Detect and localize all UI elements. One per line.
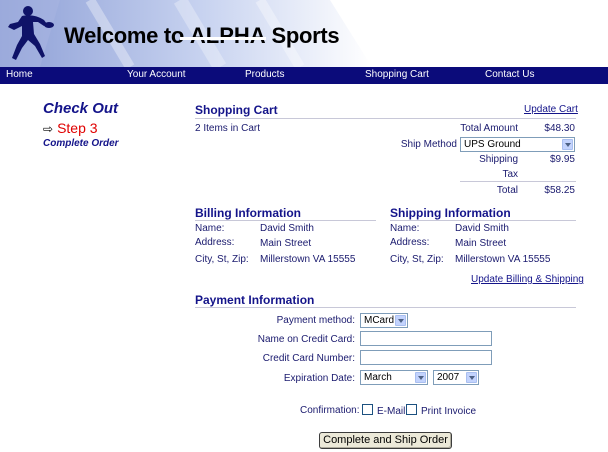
shipping-address-label: Address: xyxy=(390,237,430,248)
total-value: $58.25 xyxy=(544,185,575,196)
cart-item-count: 2 Items in Cart xyxy=(195,123,261,134)
billing-divider xyxy=(195,220,376,221)
total-amount-label: Total Amount xyxy=(460,123,518,134)
billing-csz-label: City, St, Zip: xyxy=(195,254,249,265)
shipping-divider xyxy=(390,220,576,221)
chevron-down-icon xyxy=(466,372,477,383)
shipping-name-value: David Smith xyxy=(455,223,509,234)
expiration-month-selected: March xyxy=(364,372,392,383)
card-number-input[interactable] xyxy=(360,350,492,365)
site-title: Welcome to ALPHA Sports xyxy=(64,23,340,49)
card-name-input[interactable] xyxy=(360,331,492,346)
nav-shopping-cart[interactable]: Shopping Cart xyxy=(365,69,429,80)
nav-bar: Home Your Account Products Shopping Cart… xyxy=(0,67,608,84)
shipping-value: $9.95 xyxy=(549,154,575,165)
billing-address-value: Main Street xyxy=(260,238,312,249)
billing-csz-value: Millerstown VA 15555 xyxy=(260,254,356,265)
update-billing-shipping-link[interactable]: Update Billing & Shipping xyxy=(471,274,584,285)
payment-divider xyxy=(195,307,576,308)
nav-your-account[interactable]: Your Account xyxy=(127,69,186,80)
total-label: Total xyxy=(496,185,518,196)
ship-method-selected: UPS Ground xyxy=(464,139,521,150)
payment-method-selected: MCard xyxy=(364,315,395,326)
shipping-csz-label: City, St, Zip: xyxy=(390,254,444,265)
nav-home[interactable]: Home xyxy=(6,69,33,80)
shipping-address-value: Main Street xyxy=(455,238,507,249)
email-checkbox-label[interactable]: E-Mail xyxy=(377,406,405,417)
complete-ship-order-button[interactable]: Complete and Ship Order xyxy=(319,432,452,449)
step-label: Step 3 xyxy=(57,120,98,136)
discus-thrower-logo-icon xyxy=(8,6,54,61)
shipping-name-label: Name: xyxy=(390,223,420,234)
ship-method-select[interactable]: UPS Ground xyxy=(460,137,575,152)
cart-divider xyxy=(195,118,576,119)
shipping-heading: Shipping Information xyxy=(390,206,511,220)
checkout-title: Check Out xyxy=(43,100,119,117)
ship-method-label: Ship Method xyxy=(400,139,457,150)
nav-contact-us[interactable]: Contact Us xyxy=(485,69,534,80)
total-divider xyxy=(460,181,576,182)
expiration-year-select[interactable]: 2007 xyxy=(433,370,479,385)
tax-label: Tax xyxy=(502,169,518,180)
card-number-label: Credit Card Number: xyxy=(262,353,355,364)
payment-heading: Payment Information xyxy=(195,293,315,307)
chevron-down-icon xyxy=(415,372,426,383)
print-invoice-checkbox[interactable] xyxy=(406,404,417,415)
shipping-label: Shipping xyxy=(479,154,518,165)
expiration-year-selected: 2007 xyxy=(437,372,460,383)
payment-method-select[interactable]: MCard xyxy=(360,313,408,328)
payment-method-label: Payment method: xyxy=(276,315,355,326)
update-cart-link[interactable]: Update Cart xyxy=(524,104,578,115)
billing-heading: Billing Information xyxy=(195,206,301,220)
title-brand: ALPHA xyxy=(189,23,266,48)
title-prefix: Welcome to xyxy=(64,23,190,48)
card-name-label: Name on Credit Card: xyxy=(257,334,355,345)
site-header: Welcome to ALPHA Sports xyxy=(0,0,608,67)
confirmation-label: Confirmation: xyxy=(300,405,360,416)
billing-address-label: Address: xyxy=(195,237,235,248)
billing-name-label: Name: xyxy=(195,223,225,234)
shipping-csz-value: Millerstown VA 15555 xyxy=(455,254,551,265)
nav-products[interactable]: Products xyxy=(245,69,284,80)
chevron-down-icon xyxy=(562,139,573,150)
cart-heading: Shopping Cart xyxy=(195,103,278,117)
print-invoice-label[interactable]: Print Invoice xyxy=(421,406,476,417)
expiration-month-select[interactable]: March xyxy=(360,370,428,385)
chevron-down-icon xyxy=(395,315,406,326)
step-description: Complete Order xyxy=(43,138,119,149)
expiration-label: Expiration Date: xyxy=(283,373,355,384)
email-checkbox[interactable] xyxy=(362,404,373,415)
arrow-right-icon: ⇨ xyxy=(43,122,54,136)
billing-name-value: David Smith xyxy=(260,223,314,234)
title-suffix: Sports xyxy=(265,23,340,48)
total-amount-value: $48.30 xyxy=(544,123,575,134)
step-indicator: ⇨ Step 3 xyxy=(43,120,98,136)
brand-stripe xyxy=(180,37,266,40)
